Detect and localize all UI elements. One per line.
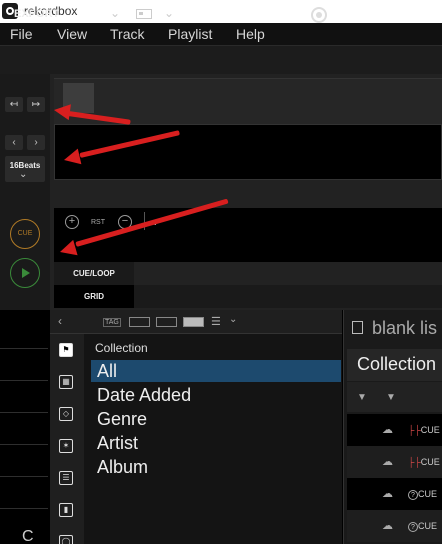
shift-grid-left-button[interactable]: ↤ [5,97,23,112]
divider [0,476,48,477]
cloud-off-icon: ☁ [382,424,393,436]
filter-slot-1[interactable] [129,317,150,327]
menu-help[interactable]: Help [236,26,265,42]
cloud-off-icon: ☁ [382,488,393,500]
menu-file[interactable]: File [10,26,33,42]
tree-item-artist[interactable]: Artist [91,432,341,454]
tree-item-all[interactable]: All [91,360,341,382]
filter-icon[interactable]: ▼ [386,392,396,403]
tree-item-date-added[interactable]: Date Added [91,384,341,406]
explorer-icon[interactable]: ✶ [59,439,73,453]
mode-chevron-down-icon[interactable]: ⌄ [110,6,120,20]
play-button[interactable] [10,258,40,288]
mode-selector[interactable]: EXPORT [14,8,59,20]
unknown-status-icon: ? [408,489,418,500]
cue-indicator: ? CUE [408,521,437,532]
menu-view[interactable]: View [57,26,87,42]
unknown-status-icon: ? [408,521,418,532]
annotation-arrow-head-icon [52,102,71,121]
panel-back-chevron-icon[interactable]: ‹ [58,314,62,328]
tree-item-genre[interactable]: Genre [91,408,341,430]
filter-slot-2[interactable] [156,317,177,327]
cue-button[interactable]: CUE [10,219,40,249]
tab-cue-loop[interactable]: CUE/LOOP [54,262,134,285]
shift-grid-right-button[interactable]: ↦ [27,97,45,112]
partial-glyph: C [22,528,34,544]
history-list-icon[interactable]: ☰ [59,471,73,485]
beat-jump-back-button[interactable]: ‹ [5,135,23,150]
title-bar: rekordbox [0,0,442,23]
tree-item-album[interactable]: Album [91,456,341,478]
menu-playlist[interactable]: Playlist [168,26,212,42]
cloud-off-icon: ☁ [382,520,393,532]
tab-grid[interactable]: GRID [54,285,134,308]
beat-size-chevron-down-icon: ⌄ [19,169,28,180]
track-list-title: blank lis [372,318,438,338]
filter-slot-3[interactable] [183,317,204,327]
record-icon[interactable] [311,7,327,23]
menu-bar: File View Track Playlist Help [0,23,442,45]
toolbar [0,45,442,74]
related-tracks-icon[interactable]: ◇ [59,407,73,421]
playlist-icon [352,321,363,334]
tab-bar-filler [134,285,442,308]
device-icon[interactable]: ▮ [59,503,73,517]
layout-icon[interactable] [136,9,152,19]
playlist-grid-icon[interactable]: ▦ [59,375,73,389]
zoom-reset-button[interactable]: RST [91,219,105,226]
cloud-off-icon: ☁ [382,456,393,468]
waveform-display[interactable] [54,124,442,180]
sync-icon[interactable]: ◯ [59,535,73,544]
layout-chevron-down-icon[interactable]: ⌄ [164,6,174,20]
filter-icon[interactable]: ▼ [357,392,367,403]
list-view-icon[interactable]: ☰ [211,315,221,328]
collection-icon[interactable]: ⚑ [59,343,73,357]
menu-track[interactable]: Track [110,26,144,42]
cue-indicator: ? CUE [408,489,437,500]
track-list-header-title: Collection [357,354,437,374]
tree-title: Collection [95,341,148,355]
cue-indicator: ├├CUE [408,425,440,435]
divider [0,348,48,349]
tag-filter[interactable]: TAG [103,318,121,327]
beat-jump-forward-button[interactable]: › [27,135,45,150]
view-chevron-down-icon[interactable]: ⌄ [229,314,237,325]
divider [0,508,48,509]
divider [0,380,48,381]
divider [0,444,48,445]
zoom-in-icon[interactable]: + [65,215,79,229]
cue-indicator: ├├CUE [408,457,440,467]
divider [0,412,48,413]
